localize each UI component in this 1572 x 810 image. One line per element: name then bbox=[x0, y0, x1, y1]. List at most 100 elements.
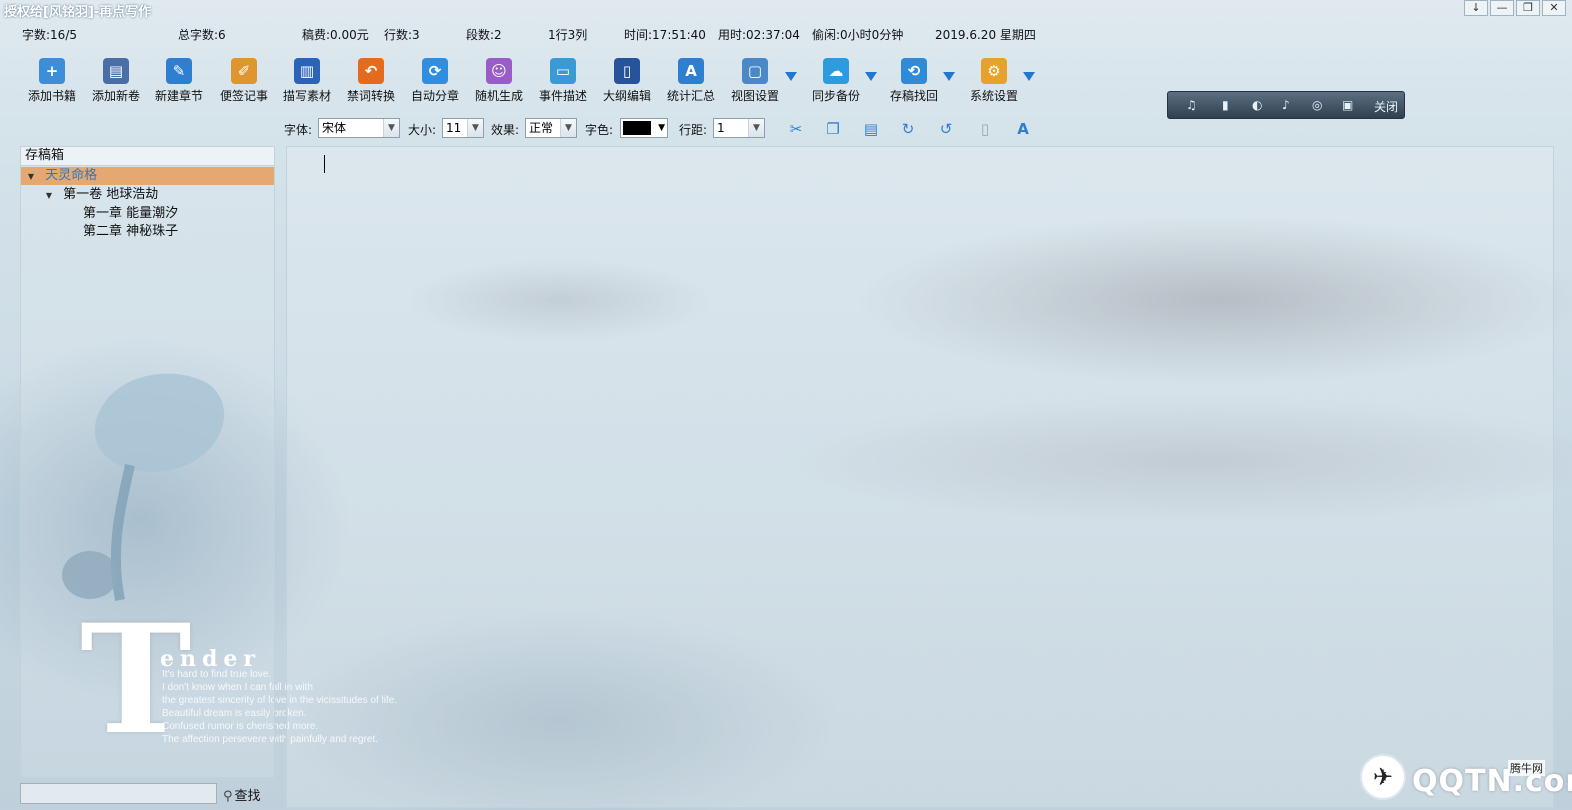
draft-recovery-button[interactable]: ⟲ 存稿找回 bbox=[884, 56, 944, 106]
phone-icon[interactable]: ▮ bbox=[1222, 98, 1229, 112]
paste-icon[interactable]: ▤ bbox=[861, 119, 881, 139]
undo-arrow-icon: ↶ bbox=[358, 58, 384, 84]
format-toolbar: 字体: 宋体 ▼ 大小: 11 ▼ 效果: 正常 ▼ 字色: ▼ 行距: 1 ▼… bbox=[282, 118, 1042, 140]
title-bar: 授权给[风铭羽]-再点写作 ↓ — ❐ ✕ bbox=[0, 0, 1572, 22]
sync-backup-button[interactable]: ☁ 同步备份 bbox=[806, 56, 866, 106]
line-spacing-select[interactable]: 1 ▼ bbox=[713, 118, 765, 138]
view-settings-button[interactable]: ▢ 视图设置 bbox=[725, 56, 785, 106]
notebook-icon: ▯ bbox=[614, 58, 640, 84]
add-volume-button[interactable]: ▤ 添加新卷 bbox=[86, 56, 146, 106]
spacing-label: 行距: bbox=[679, 123, 708, 137]
folder-add-icon: + bbox=[39, 58, 65, 84]
view-settings-dropdown[interactable] bbox=[785, 72, 797, 81]
expand-icon[interactable]: ▼ bbox=[25, 168, 37, 186]
maximize-button[interactable]: ❐ bbox=[1516, 0, 1540, 16]
chevron-down-icon: ▼ bbox=[658, 123, 665, 133]
notes-button[interactable]: ✐ 便签记事 bbox=[214, 56, 274, 106]
redo-icon[interactable]: ↻ bbox=[898, 119, 918, 139]
mini-close-button[interactable]: 关闭 bbox=[1374, 98, 1398, 115]
logo-icon: ✈ bbox=[1360, 754, 1406, 800]
chevron-down-icon: ▼ bbox=[467, 119, 483, 137]
event-description-button[interactable]: ▭ 事件描述 bbox=[533, 56, 593, 106]
effect-select[interactable]: 正常 ▼ bbox=[525, 118, 577, 138]
panel-title: 存稿箱 bbox=[21, 147, 274, 166]
new-chapter-button[interactable]: ✎ 新建章节 bbox=[149, 56, 209, 106]
system-settings-button[interactable]: ⚙ 系统设置 bbox=[964, 56, 1024, 106]
tree-volume[interactable]: ▼ 第一卷 地球浩劫 bbox=[21, 186, 158, 204]
clock: 时间:17:51:40 bbox=[624, 28, 706, 42]
size-select[interactable]: 11 ▼ bbox=[442, 118, 484, 138]
font-icon[interactable]: A bbox=[1013, 119, 1033, 139]
system-settings-dropdown[interactable] bbox=[1023, 72, 1035, 81]
font-plus-icon: A bbox=[678, 58, 704, 84]
people-icon: ☺ bbox=[486, 58, 512, 84]
cloud-icon: ☁ bbox=[823, 58, 849, 84]
text-color-picker[interactable]: ▼ bbox=[620, 118, 668, 138]
banned-word-button[interactable]: ↶ 禁词转换 bbox=[341, 56, 401, 106]
add-book-button[interactable]: + 添加书籍 bbox=[22, 56, 82, 106]
draft-recovery-dropdown[interactable] bbox=[943, 72, 955, 81]
outline-edit-button[interactable]: ▯ 大纲编辑 bbox=[597, 56, 657, 106]
note-music-icon[interactable]: ♪ bbox=[1282, 98, 1290, 112]
site-watermark: ✈ QQTN.com 腾牛网 bbox=[1360, 752, 1572, 804]
browser-icon[interactable]: ◐ bbox=[1252, 98, 1262, 112]
cut-icon[interactable]: ✂ bbox=[786, 119, 806, 139]
paragraph-count: 段数:2 bbox=[466, 28, 502, 42]
search-icon: ⚲ bbox=[223, 789, 233, 804]
books-icon: ▤ bbox=[103, 58, 129, 84]
fee: 稿费:0.00元 bbox=[302, 28, 369, 42]
draft-panel: 存稿箱 ▼ 天灵命格 ▼ 第一卷 地球浩劫 第一章 能量潮汐 第二章 神秘珠子 bbox=[20, 146, 275, 778]
mini-toolbar: ♫ ▮ ◐ ♪ ◎ ▣ 关闭 bbox=[1167, 91, 1405, 119]
note-icon: ✐ bbox=[231, 58, 257, 84]
sync-backup-dropdown[interactable] bbox=[865, 72, 877, 81]
font-label: 字体: bbox=[284, 123, 313, 137]
size-label: 大小: bbox=[408, 123, 437, 137]
watermark-text: QQTN.com bbox=[1412, 764, 1572, 799]
copy-icon[interactable]: ❐ bbox=[823, 119, 843, 139]
chevron-down-icon: ▼ bbox=[748, 119, 764, 137]
close-button[interactable]: ✕ bbox=[1542, 0, 1566, 16]
tree-chapter[interactable]: 第一章 能量潮汐 bbox=[83, 205, 178, 223]
gear-icon: ⚙ bbox=[981, 58, 1007, 84]
text-editor[interactable] bbox=[286, 146, 1554, 808]
music-icon[interactable]: ♫ bbox=[1186, 98, 1197, 112]
refresh-icon: ⟳ bbox=[422, 58, 448, 84]
undo-icon[interactable]: ↺ bbox=[936, 119, 956, 139]
window-controls: ↓ — ❐ ✕ bbox=[1464, 0, 1566, 16]
tree-chapter[interactable]: 第二章 神秘珠子 bbox=[83, 223, 178, 241]
effect-label: 效果: bbox=[491, 123, 520, 137]
text-cursor bbox=[324, 155, 325, 173]
color-label: 字色: bbox=[585, 123, 614, 137]
cursor-position: 1行3列 bbox=[548, 28, 588, 42]
target-icon[interactable]: ◎ bbox=[1312, 98, 1322, 112]
search-button[interactable]: ⚲ 查找 bbox=[223, 785, 261, 804]
tree-book[interactable]: ▼ 天灵命格 bbox=[21, 167, 274, 185]
minimize-button[interactable]: — bbox=[1490, 0, 1514, 16]
book-icon: ▥ bbox=[294, 58, 320, 84]
writing-material-button[interactable]: ▥ 描写素材 bbox=[277, 56, 337, 106]
folder-icon: ▭ bbox=[550, 58, 576, 84]
new-page-icon: ✎ bbox=[166, 58, 192, 84]
elapsed-time: 用时:02:37:04 bbox=[718, 28, 800, 42]
window-icon: ▢ bbox=[742, 58, 768, 84]
statistics-button[interactable]: A 统计汇总 bbox=[661, 56, 721, 106]
line-count: 行数:3 bbox=[384, 28, 420, 42]
date: 2019.6.20 星期四 bbox=[935, 28, 1036, 42]
total-words: 总字数:6 bbox=[178, 28, 226, 42]
search-input[interactable] bbox=[20, 783, 217, 804]
pin-button[interactable]: ↓ bbox=[1464, 0, 1488, 16]
window-title: 授权给[风铭羽]-再点写作 bbox=[4, 5, 152, 20]
idle-time: 偷闲:0小时0分钟 bbox=[812, 28, 904, 42]
font-select[interactable]: 宋体 ▼ bbox=[318, 118, 400, 138]
camera-icon[interactable]: ▣ bbox=[1342, 98, 1353, 112]
auto-split-button[interactable]: ⟳ 自动分章 bbox=[405, 56, 465, 106]
folder-restore-icon: ⟲ bbox=[901, 58, 927, 84]
watermark-sub: 腾牛网 bbox=[1508, 760, 1545, 776]
word-count: 字数:16/5 bbox=[22, 28, 77, 42]
chevron-down-icon: ▼ bbox=[383, 119, 399, 137]
color-swatch bbox=[623, 121, 651, 135]
status-row: 字数:16/5 总字数:6 稿费:0.00元 行数:3 段数:2 1行3列 时间… bbox=[0, 26, 1100, 44]
expand-icon[interactable]: ▼ bbox=[43, 187, 55, 205]
random-generate-button[interactable]: ☺ 随机生成 bbox=[469, 56, 529, 106]
clear-icon[interactable]: ▯ bbox=[975, 119, 995, 139]
